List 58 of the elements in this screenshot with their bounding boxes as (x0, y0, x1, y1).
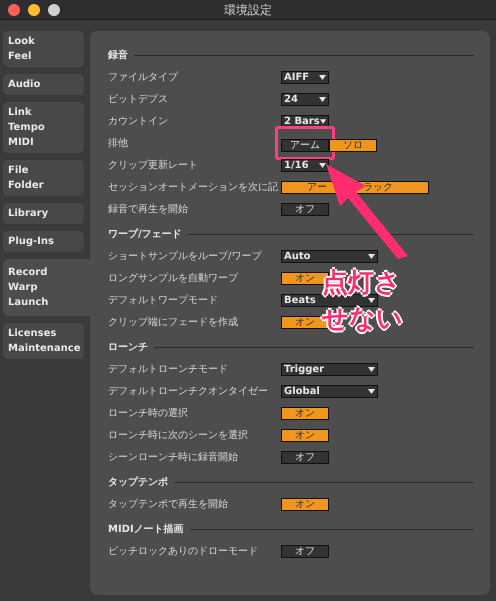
sidebar-tab[interactable]: Licenses Maintenance (3, 323, 84, 359)
close-icon[interactable] (8, 4, 20, 16)
setting-label: ローンチ時の選択 (108, 406, 189, 420)
toggle-button[interactable]: オン (281, 406, 329, 420)
setting-label: ビットデプス (108, 92, 169, 106)
sidebar-tab[interactable]: Audio (3, 74, 84, 95)
setting-label: タップテンポで再生を開始 (108, 498, 229, 512)
window-title: 環境設定 (224, 2, 272, 18)
dropdown[interactable]: 1/16 (281, 158, 329, 172)
caret-icon (319, 74, 326, 80)
caret-icon (319, 162, 326, 168)
caret-icon (368, 254, 375, 258)
sidebar-tab[interactable]: File Folder (3, 160, 84, 196)
setting-label: クリップ更新レート (108, 158, 199, 172)
zoom-icon[interactable] (48, 4, 60, 16)
dropdown[interactable]: Global (281, 384, 378, 398)
caret-icon (320, 118, 326, 124)
setting-label: デフォルトワープモード (108, 294, 219, 308)
dropdown[interactable]: 2 Bars (281, 114, 329, 128)
setting-label: ピッチロックありのドローモード (108, 544, 259, 558)
toggle-button[interactable]: アーム (281, 139, 329, 152)
toggle-button[interactable]: オン (281, 498, 329, 510)
caret-icon (368, 366, 375, 372)
toggle-button[interactable]: オフ (281, 202, 329, 216)
section-title: タップテンポ (108, 475, 168, 490)
minimize-icon[interactable] (28, 4, 40, 16)
sidebar-tab[interactable]: Library (3, 203, 84, 224)
sidebar-tab[interactable]: Record Warp Launch (3, 259, 90, 316)
setting-label: ショートサンプルをループ/ワープ (108, 250, 263, 264)
dropdown[interactable]: 24 (281, 92, 329, 106)
caret-icon (368, 388, 375, 394)
caret-icon (319, 96, 326, 102)
setting-label: クリップ端にフェードを作成 (108, 316, 239, 330)
sidebar-tab[interactable]: Look Feel (3, 31, 84, 67)
sidebar-tab[interactable]: Link Tempo MIDI (3, 102, 84, 153)
toggle-button[interactable]: ソロ (329, 139, 377, 152)
setting-label: ファイルタイプ (108, 70, 180, 84)
toggle-button[interactable]: オフ (281, 450, 329, 464)
setting-label: ロングサンプルを自動ワープ (108, 272, 240, 286)
setting-label: デフォルトローンチモード (108, 362, 229, 376)
toggle-button[interactable]: オン (281, 428, 329, 442)
dropdown[interactable]: Auto (281, 250, 378, 262)
caret-icon (368, 298, 375, 302)
setting-label: カウントイン (108, 114, 169, 128)
setting-label: ローンチ時に次のシーンを選択 (108, 428, 249, 442)
dropdown[interactable]: AIFF (281, 70, 329, 84)
section-title: MIDIノート描画 (108, 522, 184, 536)
setting-label: 録音で再生を開始 (108, 202, 189, 216)
toggle-button[interactable]: オフ (281, 544, 329, 558)
dropdown[interactable]: Trigger (281, 362, 378, 376)
section-title: 録音 (108, 48, 128, 62)
setting-label: シーンローンチ時に録音開始 (108, 450, 239, 464)
sidebar-tab[interactable]: Plug-Ins (3, 231, 84, 252)
section-title: ワープ/フェード (108, 227, 182, 242)
setting-label: 排他 (108, 136, 129, 150)
setting-label: セッションオートメーションを次に記 (108, 180, 279, 194)
setting-label: デフォルトローンチクオンタイゼー (108, 384, 269, 398)
section-title: ローンチ (108, 340, 148, 354)
